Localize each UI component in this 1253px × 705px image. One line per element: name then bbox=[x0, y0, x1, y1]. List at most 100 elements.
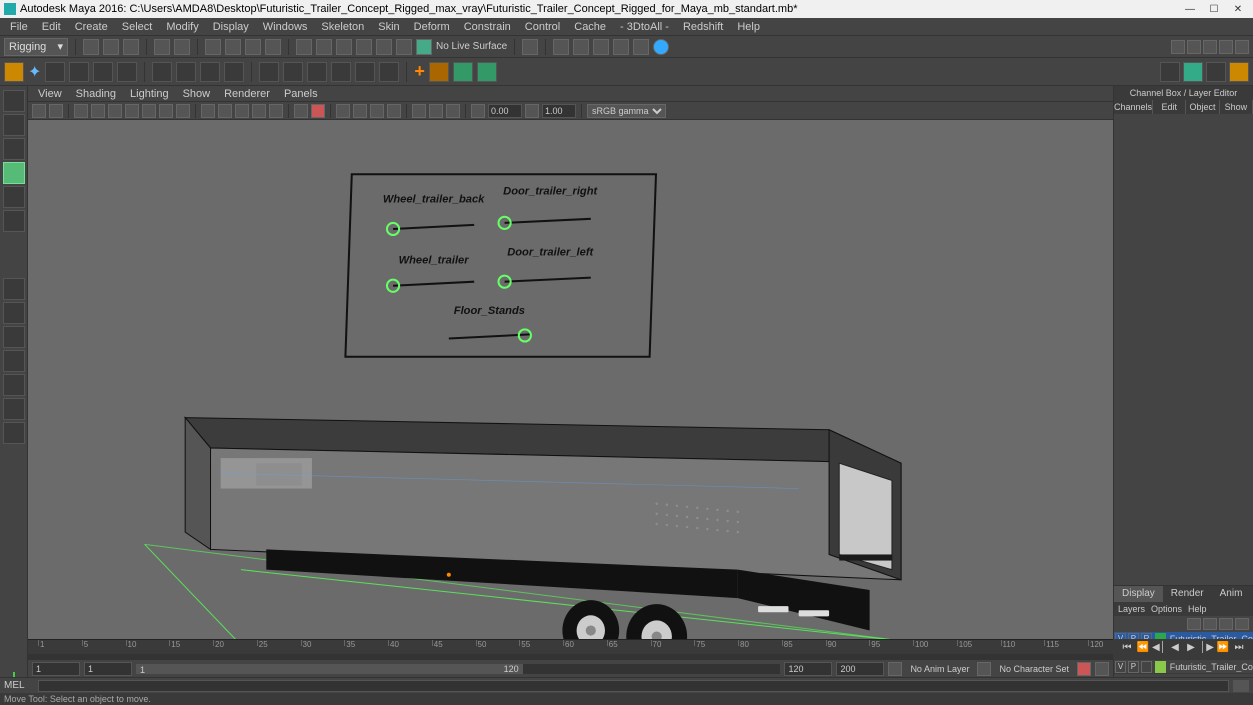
command-line-lang[interactable]: MEL bbox=[4, 680, 34, 691]
shelf-cube-icon[interactable] bbox=[152, 62, 172, 82]
channel-tab-channels[interactable]: Channels bbox=[1114, 100, 1153, 114]
panel-isolate-icon[interactable] bbox=[294, 104, 308, 118]
menu-deform[interactable]: Deform bbox=[408, 20, 456, 34]
snap-view-icon[interactable] bbox=[396, 39, 412, 55]
render-globe-icon[interactable] bbox=[653, 39, 669, 55]
shelf-orange-icon[interactable] bbox=[429, 62, 449, 82]
select-hier-icon[interactable] bbox=[225, 39, 241, 55]
panel-aa-icon[interactable] bbox=[370, 104, 384, 118]
select-mode-icon[interactable] bbox=[205, 39, 221, 55]
panel-dof-icon[interactable] bbox=[387, 104, 401, 118]
panel-textured-icon[interactable] bbox=[235, 104, 249, 118]
layout-split-icon[interactable] bbox=[3, 398, 25, 420]
range-track[interactable]: 1120 bbox=[136, 664, 780, 674]
layer-tab-render[interactable]: Render bbox=[1163, 586, 1212, 602]
panel-motion-blur-icon[interactable] bbox=[353, 104, 367, 118]
snap-grid-icon[interactable] bbox=[296, 39, 312, 55]
panel-colorspace-select[interactable]: sRGB gamma bbox=[587, 104, 666, 118]
select-tool[interactable] bbox=[3, 90, 25, 112]
snap-live-icon[interactable] bbox=[376, 39, 392, 55]
panel-smooth-icon[interactable] bbox=[218, 104, 232, 118]
shelf-right2-icon[interactable] bbox=[1183, 62, 1203, 82]
layer-new-empty-icon[interactable] bbox=[1219, 618, 1233, 630]
layout-hypershade-icon[interactable] bbox=[3, 374, 25, 396]
shelf-add-icon[interactable]: + bbox=[414, 61, 425, 82]
go-to-end-icon[interactable]: ⏭ bbox=[1232, 642, 1246, 656]
menu-edit[interactable]: Edit bbox=[36, 20, 67, 34]
layout-custom-icon[interactable] bbox=[3, 422, 25, 444]
menu-windows[interactable]: Windows bbox=[257, 20, 314, 34]
panel-gamma-btn-icon[interactable] bbox=[525, 104, 539, 118]
channel-tab-edit[interactable]: Edit bbox=[1153, 100, 1186, 114]
panel-field-gamma[interactable] bbox=[542, 104, 576, 118]
shelf-deform1-icon[interactable] bbox=[259, 62, 279, 82]
render-frame-icon[interactable] bbox=[553, 39, 569, 55]
hypershade-icon[interactable] bbox=[613, 39, 629, 55]
module-selector[interactable]: Rigging ▾ bbox=[4, 38, 68, 56]
panel-res-gate-icon[interactable] bbox=[108, 104, 122, 118]
panel-bookmark-icon[interactable] bbox=[49, 104, 63, 118]
step-back-frame-icon[interactable]: ◀│ bbox=[1152, 642, 1166, 656]
step-forward-key-icon[interactable]: ⏩ bbox=[1216, 642, 1230, 656]
range-end-inner[interactable] bbox=[784, 662, 832, 676]
scale-tool[interactable] bbox=[3, 210, 25, 232]
panel-ao-icon[interactable] bbox=[336, 104, 350, 118]
panel-menu-show[interactable]: Show bbox=[179, 88, 215, 100]
layer-menu-help[interactable]: Help bbox=[1188, 602, 1207, 616]
panel-safe-action-icon[interactable] bbox=[159, 104, 173, 118]
panel-layout-icon[interactable] bbox=[1171, 40, 1185, 54]
character-set-icon[interactable] bbox=[977, 662, 991, 676]
panel-shadows-icon[interactable] bbox=[269, 104, 283, 118]
layout-single-icon[interactable] bbox=[3, 278, 25, 300]
layer-menu-layers[interactable]: Layers bbox=[1118, 602, 1145, 616]
shelf-star-icon[interactable]: ✦ bbox=[28, 62, 41, 82]
panel-wireframe-icon[interactable] bbox=[201, 104, 215, 118]
paint-select-tool[interactable] bbox=[3, 138, 25, 160]
shelf-icon-3[interactable] bbox=[93, 62, 113, 82]
panel-xray-icon[interactable] bbox=[311, 104, 325, 118]
menu-help[interactable]: Help bbox=[731, 20, 766, 34]
menu-display[interactable]: Display bbox=[207, 20, 255, 34]
maximize-button[interactable]: ☐ bbox=[1203, 2, 1225, 16]
shelf-cylinder-icon[interactable] bbox=[200, 62, 220, 82]
range-start-inner[interactable] bbox=[84, 662, 132, 676]
script-editor-icon[interactable] bbox=[1233, 680, 1249, 692]
magnet-icon[interactable] bbox=[416, 39, 432, 55]
shelf-icon-1[interactable] bbox=[45, 62, 65, 82]
panel-film-gate-icon[interactable] bbox=[91, 104, 105, 118]
select-comp-icon[interactable] bbox=[265, 39, 281, 55]
select-obj-icon[interactable] bbox=[245, 39, 261, 55]
shelf-right4-icon[interactable] bbox=[1229, 62, 1249, 82]
range-start-outer[interactable] bbox=[32, 662, 80, 676]
panel-gate-mask-icon[interactable] bbox=[125, 104, 139, 118]
play-backward-icon[interactable]: ◀ bbox=[1168, 642, 1182, 656]
channel-tab-show[interactable]: Show bbox=[1220, 100, 1253, 114]
ipr-render-icon[interactable] bbox=[573, 39, 589, 55]
prefs-icon[interactable] bbox=[1095, 662, 1109, 676]
panel-field-exposure[interactable] bbox=[488, 104, 522, 118]
menu-skin[interactable]: Skin bbox=[372, 20, 405, 34]
go-to-start-icon[interactable]: ⏮ bbox=[1120, 642, 1134, 656]
panel-menu-lighting[interactable]: Lighting bbox=[126, 88, 173, 100]
layout-persp-graph-icon[interactable] bbox=[3, 350, 25, 372]
menu-cache[interactable]: Cache bbox=[568, 20, 612, 34]
layer-move-down-icon[interactable] bbox=[1203, 618, 1217, 630]
menu-skeleton[interactable]: Skeleton bbox=[315, 20, 370, 34]
open-scene-icon[interactable] bbox=[103, 39, 119, 55]
panel-field-chart-icon[interactable] bbox=[142, 104, 156, 118]
panel-lights-icon[interactable] bbox=[252, 104, 266, 118]
layer-tab-anim[interactable]: Anim bbox=[1212, 586, 1251, 602]
new-scene-icon[interactable] bbox=[83, 39, 99, 55]
layer-menu-options[interactable]: Options bbox=[1151, 602, 1182, 616]
redo-icon[interactable] bbox=[174, 39, 190, 55]
panel-viewtransform-icon[interactable] bbox=[446, 104, 460, 118]
panel-menu-renderer[interactable]: Renderer bbox=[220, 88, 274, 100]
character-set-label[interactable]: No Character Set bbox=[995, 664, 1073, 674]
move-tool[interactable] bbox=[3, 162, 25, 184]
anim-layer-label[interactable]: No Anim Layer bbox=[906, 664, 973, 674]
render-settings-icon[interactable] bbox=[593, 39, 609, 55]
menu-constrain[interactable]: Constrain bbox=[458, 20, 517, 34]
shelf-sphere-icon[interactable] bbox=[176, 62, 196, 82]
tool-settings-toggle-icon[interactable] bbox=[1219, 40, 1233, 54]
panel-grid-icon[interactable] bbox=[74, 104, 88, 118]
